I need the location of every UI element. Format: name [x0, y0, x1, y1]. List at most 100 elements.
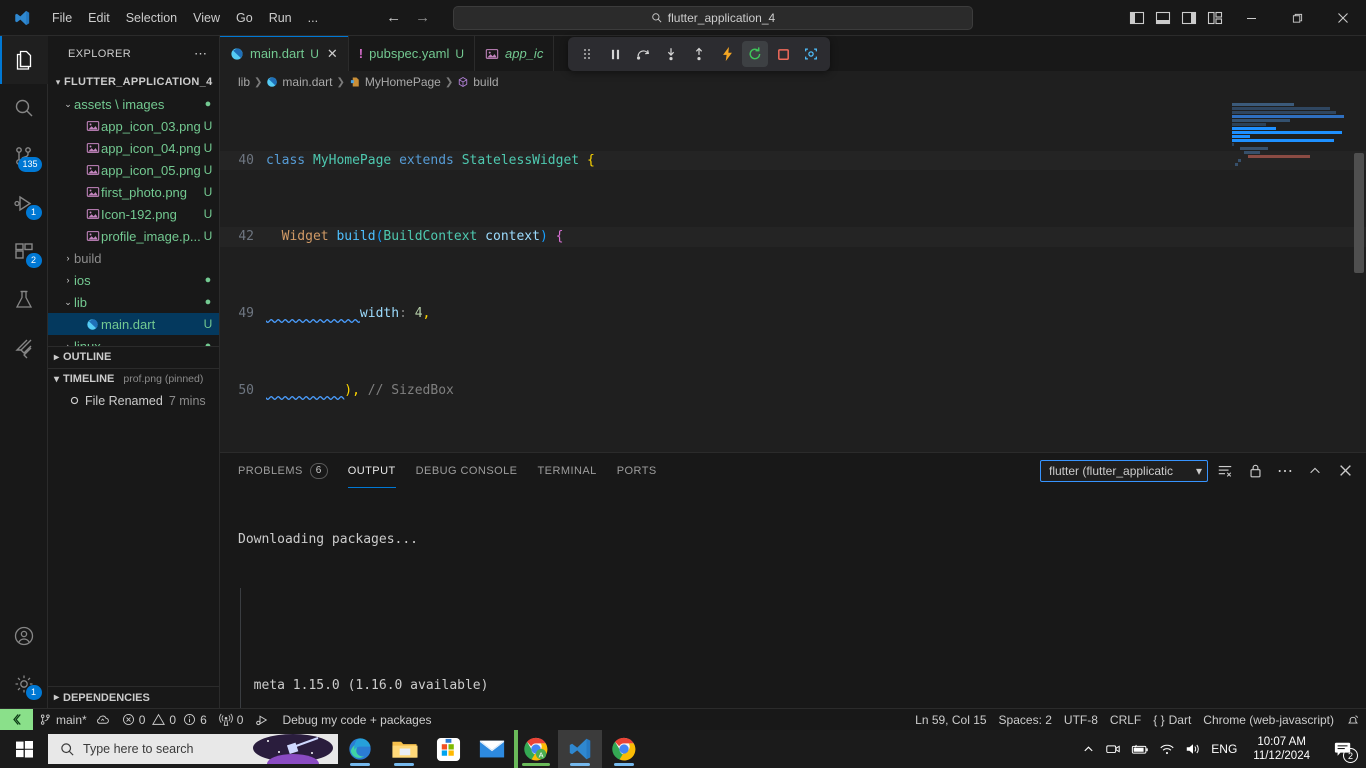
dependencies-section[interactable]: ▸ DEPENDENCIES	[48, 686, 219, 708]
status-indentation[interactable]: Spaces: 2	[993, 709, 1058, 731]
status-eol[interactable]: CRLF	[1104, 709, 1147, 731]
code-lines[interactable]: 40 class MyHomePage extends StatelessWid…	[220, 93, 1366, 455]
step-over-icon[interactable]	[630, 41, 656, 67]
activitybar-item-run-and-debug[interactable]: 1	[0, 180, 48, 228]
wifi-icon[interactable]	[1159, 743, 1175, 756]
taskbar-app-chrome-analytics[interactable]: A	[514, 730, 558, 768]
status-cursor-position[interactable]: Ln 59, Col 15	[909, 709, 992, 731]
taskbar-app-chrome[interactable]	[602, 730, 646, 768]
action-center-icon[interactable]: 2	[1326, 730, 1360, 768]
close-icon[interactable]: ✕	[327, 46, 338, 62]
code-line[interactable]: 49 width: 4,	[220, 304, 1366, 323]
tab-pubspec-yaml[interactable]: ! pubspec.yaml U	[348, 36, 476, 71]
tree-item-app-icon-03-png[interactable]: app_icon_03.png U	[48, 115, 219, 137]
command-center-search[interactable]: flutter_application_4	[453, 6, 973, 30]
panel-tab-debug-console[interactable]: DEBUG CONSOLE	[416, 453, 518, 488]
activitybar-item-flutter[interactable]	[0, 324, 48, 372]
activitybar-item-settings[interactable]: 1	[0, 660, 48, 708]
tree-item-profile-image-p[interactable]: profile_image.p... U	[48, 225, 219, 247]
notifications-bell-icon[interactable]	[1340, 709, 1366, 731]
tree-item-main-dart[interactable]: main.dart U	[48, 313, 219, 335]
lock-scroll-icon[interactable]	[1242, 458, 1268, 484]
activitybar-item-source-control[interactable]: 135	[0, 132, 48, 180]
hot-restart-icon[interactable]	[742, 41, 768, 67]
maximize-icon[interactable]	[1274, 0, 1320, 36]
taskbar-clock[interactable]: 10:07 AM 11/12/2024	[1247, 735, 1316, 763]
menu-view[interactable]: View	[185, 7, 228, 29]
tab-main-dart[interactable]: main.dart U ✕	[220, 36, 349, 71]
tree-root-folder[interactable]: ▾ FLUTTER_APPLICATION_4	[48, 71, 219, 93]
stop-icon[interactable]	[770, 41, 796, 67]
debug-toolbar[interactable]	[568, 37, 830, 71]
panel-tab-terminal[interactable]: TERMINAL	[537, 453, 596, 488]
windows-start-icon[interactable]	[0, 730, 48, 768]
breadcrumb-item-main-dart[interactable]: main.dart	[266, 75, 332, 89]
camera-privacy-icon[interactable]	[1105, 742, 1121, 756]
activitybar-item-extensions[interactable]: 2	[0, 228, 48, 276]
cloud-sync-icon[interactable]	[95, 713, 110, 726]
activitybar-item-accounts[interactable]	[0, 612, 48, 660]
step-into-icon[interactable]	[658, 41, 684, 67]
remote-window-icon[interactable]	[0, 708, 33, 731]
status-problems[interactable]: 0 0 6	[116, 709, 213, 731]
menu-file[interactable]: File	[44, 7, 80, 29]
taskbar-app-vscode[interactable]	[558, 730, 602, 768]
status-debug-config[interactable]: Debug my code + packages	[249, 709, 437, 731]
editor-scrollbar[interactable]	[1352, 93, 1366, 455]
panel-tab-problems[interactable]: PROBLEMS 6	[238, 453, 328, 488]
clear-output-icon[interactable]	[1212, 458, 1238, 484]
breadcrumb-item-lib[interactable]: lib	[238, 75, 250, 89]
step-out-icon[interactable]	[686, 41, 712, 67]
tree-item-first-photo-png[interactable]: first_photo.png U	[48, 181, 219, 203]
hot-reload-icon[interactable]	[714, 41, 740, 67]
menu-more[interactable]: ...	[300, 7, 326, 29]
panel-tab-ports[interactable]: PORTS	[617, 453, 657, 488]
toggle-secondary-sidebar-icon[interactable]	[1176, 0, 1202, 36]
close-panel-icon[interactable]	[1332, 458, 1358, 484]
timeline-entry[interactable]: File Renamed 7 mins	[48, 390, 219, 412]
inspect-widget-icon[interactable]	[798, 41, 824, 67]
drag-handle-icon[interactable]	[574, 41, 600, 67]
taskbar-search[interactable]: Type here to search	[48, 734, 338, 764]
tray-language[interactable]: ENG	[1211, 742, 1237, 756]
taskbar-app-edge[interactable]	[338, 730, 382, 768]
activitybar-item-search[interactable]	[0, 84, 48, 132]
tree-item-app-icon-04-png[interactable]: app_icon_04.png U	[48, 137, 219, 159]
more-actions-icon[interactable]: ⋯	[1272, 458, 1298, 484]
minimize-icon[interactable]	[1228, 0, 1274, 36]
file-tree[interactable]: ▾ FLUTTER_APPLICATION_4 ⌄ assets \ images…	[48, 71, 219, 346]
taskbar-app-mail[interactable]	[470, 730, 514, 768]
outline-section[interactable]: ▸ OUTLINE	[48, 345, 219, 368]
tree-item-assets-images[interactable]: ⌄ assets \ images ●	[48, 93, 219, 115]
status-device[interactable]: Chrome (web-javascript)	[1197, 709, 1340, 731]
battery-icon[interactable]	[1131, 743, 1149, 756]
toggle-primary-sidebar-icon[interactable]	[1124, 0, 1150, 36]
code-line[interactable]: 50 ), // SizedBox	[220, 381, 1366, 400]
taskbar-app-file-explorer[interactable]	[382, 730, 426, 768]
status-encoding[interactable]: UTF-8	[1058, 709, 1104, 731]
toggle-panel-icon[interactable]	[1150, 0, 1176, 36]
scrollbar-thumb[interactable]	[1354, 153, 1364, 273]
menu-go[interactable]: Go	[228, 7, 261, 29]
tree-item-lib[interactable]: ⌄ lib ●	[48, 291, 219, 313]
tree-item-icon-192-png[interactable]: Icon-192.png U	[48, 203, 219, 225]
arrow-left-icon[interactable]: ←	[386, 10, 401, 25]
tree-item-linux[interactable]: ›linux●	[48, 335, 219, 346]
status-ports[interactable]: 0	[213, 709, 250, 731]
output-channel-select[interactable]: flutter (flutter_applicatic ▾	[1040, 459, 1208, 482]
activitybar-item-testing[interactable]	[0, 276, 48, 324]
activitybar-item-explorer[interactable]	[0, 36, 48, 84]
editor-minimap[interactable]	[1232, 93, 1352, 455]
breadcrumb-item-build[interactable]: build	[457, 75, 499, 89]
volume-icon[interactable]	[1185, 742, 1201, 756]
tree-item-ios[interactable]: › ios ●	[48, 269, 219, 291]
menu-selection[interactable]: Selection	[118, 7, 185, 29]
status-language-mode[interactable]: { } Dart	[1147, 709, 1197, 731]
breadcrumb[interactable]: lib ❯ main.dart ❯ MyHomePage ❯ build	[220, 71, 1366, 93]
breadcrumb-item-myhomepage[interactable]: MyHomePage	[349, 75, 441, 89]
timeline-section[interactable]: ▾ TIMELINE prof.png (pinned)	[48, 367, 219, 390]
maximize-panel-icon[interactable]	[1302, 458, 1328, 484]
taskbar-app-microsoft-store[interactable]	[426, 730, 470, 768]
tab-app-icon-image[interactable]: app_ic	[475, 36, 555, 71]
customize-layout-icon[interactable]	[1202, 0, 1228, 36]
